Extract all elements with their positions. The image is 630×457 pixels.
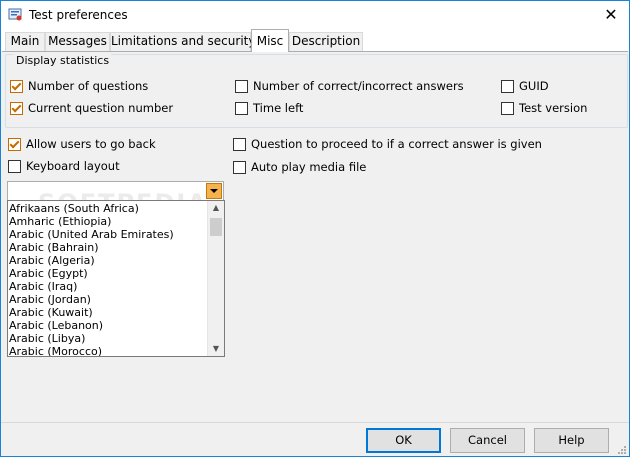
close-icon[interactable]: ✕ <box>593 1 629 29</box>
checkbox-box[interactable] <box>235 80 248 93</box>
list-item[interactable]: Amharic (Ethiopia) <box>8 215 208 228</box>
checkbox-box[interactable] <box>8 160 21 173</box>
checkbox-label: Test version <box>519 101 588 115</box>
checkbox-box[interactable] <box>10 102 23 115</box>
scroll-thumb[interactable] <box>210 218 222 236</box>
window-title: Test preferences <box>29 8 128 22</box>
scroll-down-icon[interactable]: ▼ <box>208 342 224 356</box>
chevron-down-icon[interactable] <box>206 183 222 199</box>
resize-grip-icon[interactable] <box>617 445 627 455</box>
tab-messages[interactable]: Messages <box>45 32 110 51</box>
list-item[interactable]: Arabic (Algeria) <box>8 254 208 267</box>
title-bar: Test preferences ✕ <box>1 1 629 29</box>
checkbox-label: Time left <box>253 101 304 115</box>
tab-description[interactable]: Description <box>289 32 363 51</box>
checkbox-box[interactable] <box>501 102 514 115</box>
checkbox-label: Allow users to go back <box>26 137 156 151</box>
display-statistics-group: Display statistics Number of questions C… <box>5 54 628 128</box>
scroll-up-icon[interactable]: ▲ <box>208 201 224 215</box>
checkbox-box[interactable] <box>235 102 248 115</box>
tab-limitations-and-security[interactable]: Limitations and security <box>110 32 255 51</box>
test-preferences-dialog: Test preferences ✕ Main Messages Limitat… <box>0 0 630 457</box>
checkbox-box[interactable] <box>233 161 246 174</box>
keyboard-layout-dropdown[interactable]: Afrikaans (South Africa) Amharic (Ethiop… <box>7 200 225 357</box>
list-item[interactable]: Arabic (Iraq) <box>8 280 208 293</box>
list-item[interactable]: Afrikaans (South Africa) <box>8 202 208 215</box>
ok-button[interactable]: OK <box>366 428 441 453</box>
checkbox-label: Number of correct/incorrect answers <box>253 79 464 93</box>
tab-main[interactable]: Main <box>5 32 45 51</box>
checkbox-label: Current question number <box>28 101 174 115</box>
cancel-button[interactable]: Cancel <box>450 428 525 453</box>
list-item[interactable]: Arabic (Bahrain) <box>8 241 208 254</box>
help-button[interactable]: Help <box>534 428 609 453</box>
checkbox-box[interactable] <box>501 80 514 93</box>
checkbox-box[interactable] <box>10 80 23 93</box>
app-icon <box>8 8 22 21</box>
misc-tab-panel: Display statistics Number of questions C… <box>2 51 628 422</box>
checkbox-label: Question to proceed to if a correct answ… <box>251 137 542 151</box>
list-item[interactable]: Arabic (Morocco) <box>8 345 208 356</box>
list-item[interactable]: Arabic (Jordan) <box>8 293 208 306</box>
tab-misc[interactable]: Misc <box>251 29 289 52</box>
list-item[interactable]: Arabic (Libya) <box>8 332 208 345</box>
list-item[interactable]: Arabic (Egypt) <box>8 267 208 280</box>
keyboard-layout-list: Afrikaans (South Africa) Amharic (Ethiop… <box>8 202 208 356</box>
list-item[interactable]: Arabic (Lebanon) <box>8 319 208 332</box>
checkbox-box[interactable] <box>8 138 21 151</box>
group-title: Display statistics <box>14 54 112 67</box>
tab-strip: Main Messages Limitations and security M… <box>1 29 629 52</box>
checkbox-label: Number of questions <box>28 79 149 93</box>
list-item[interactable]: Arabic (United Arab Emirates) <box>8 228 208 241</box>
checkbox-box[interactable] <box>233 138 246 151</box>
checkbox-label: Auto play media file <box>251 160 367 174</box>
dialog-footer: OK Cancel Help <box>1 422 629 456</box>
checkbox-label: GUID <box>519 79 549 93</box>
dropdown-scrollbar[interactable]: ▲ ▼ <box>207 201 224 356</box>
list-item[interactable]: Arabic (Kuwait) <box>8 306 208 319</box>
checkbox-label: Keyboard layout <box>26 159 120 173</box>
